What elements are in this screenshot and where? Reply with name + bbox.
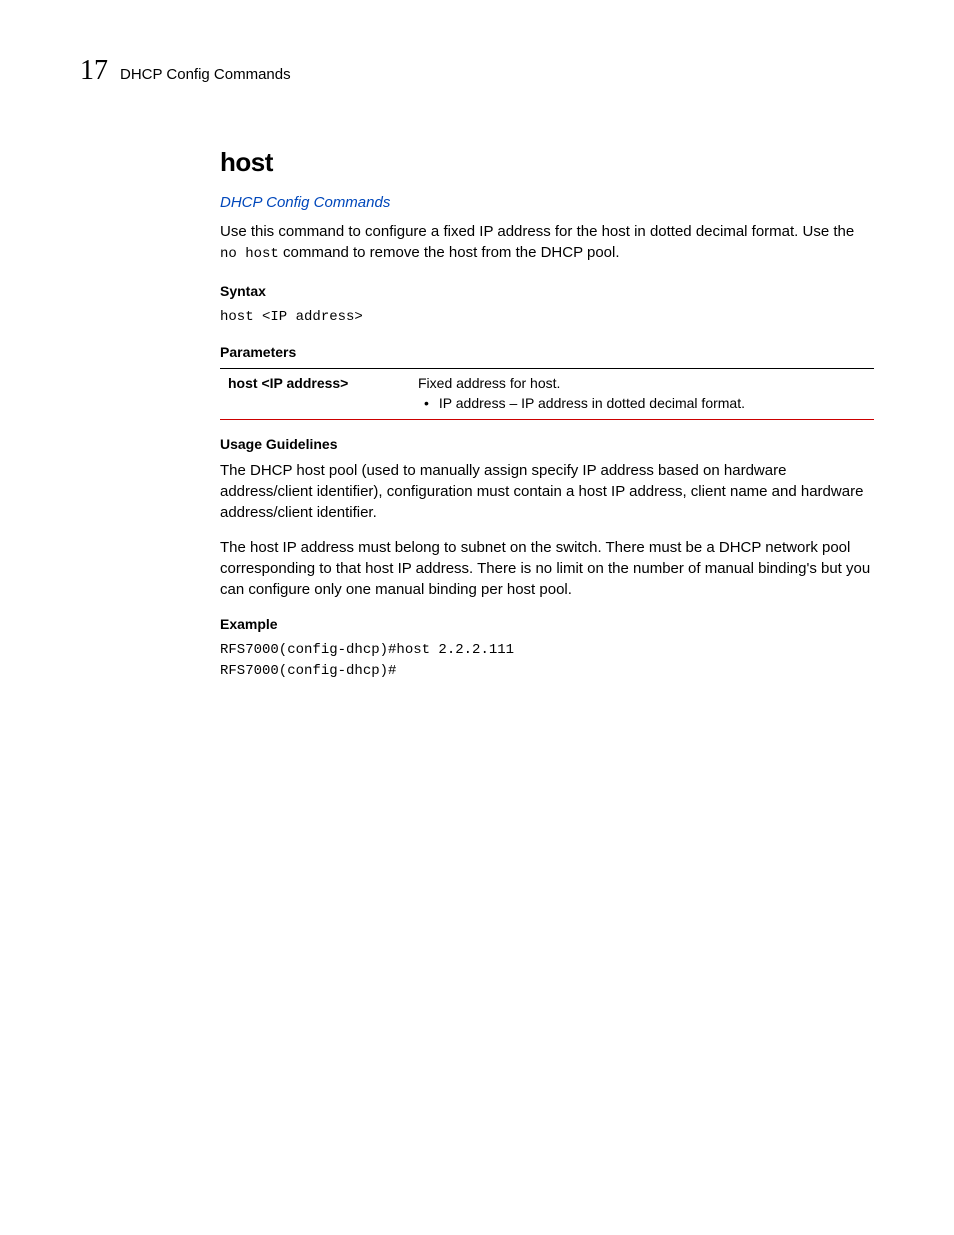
content-area: host DHCP Config Commands Use this comma… xyxy=(220,147,874,682)
chapter-title: DHCP Config Commands xyxy=(120,66,291,83)
chapter-number: 17 xyxy=(80,55,108,87)
table-row: host <IP address> Fixed address for host… xyxy=(220,368,874,419)
inline-code-no-host: no host xyxy=(220,246,279,262)
intro-paragraph: Use this command to configure a fixed IP… xyxy=(220,221,874,265)
param-bullet-row: • IP address – IP address in dotted deci… xyxy=(418,395,866,411)
param-name: host <IP address> xyxy=(220,368,410,419)
intro-text-2: command to remove the host from the DHCP… xyxy=(279,244,620,261)
param-description-cell: Fixed address for host. • IP address – I… xyxy=(410,368,874,419)
param-desc: Fixed address for host. xyxy=(418,375,866,391)
dhcp-config-link[interactable]: DHCP Config Commands xyxy=(220,194,874,211)
param-bullet-text: IP address – IP address in dotted decima… xyxy=(439,395,745,411)
page-header: 17 DHCP Config Commands xyxy=(80,55,874,87)
parameters-heading: Parameters xyxy=(220,344,874,360)
usage-para-1: The DHCP host pool (used to manually ass… xyxy=(220,460,874,523)
syntax-code: host <IP address> xyxy=(220,307,874,328)
usage-heading: Usage Guidelines xyxy=(220,436,874,452)
bullet-icon: • xyxy=(424,395,429,411)
parameters-table: host <IP address> Fixed address for host… xyxy=(220,368,874,420)
section-title: host xyxy=(220,147,874,178)
example-heading: Example xyxy=(220,616,874,632)
usage-para-2: The host IP address must belong to subne… xyxy=(220,537,874,600)
syntax-heading: Syntax xyxy=(220,283,874,299)
intro-text-1: Use this command to configure a fixed IP… xyxy=(220,223,854,240)
example-code: RFS7000(config-dhcp)#host 2.2.2.111 RFS7… xyxy=(220,640,874,682)
